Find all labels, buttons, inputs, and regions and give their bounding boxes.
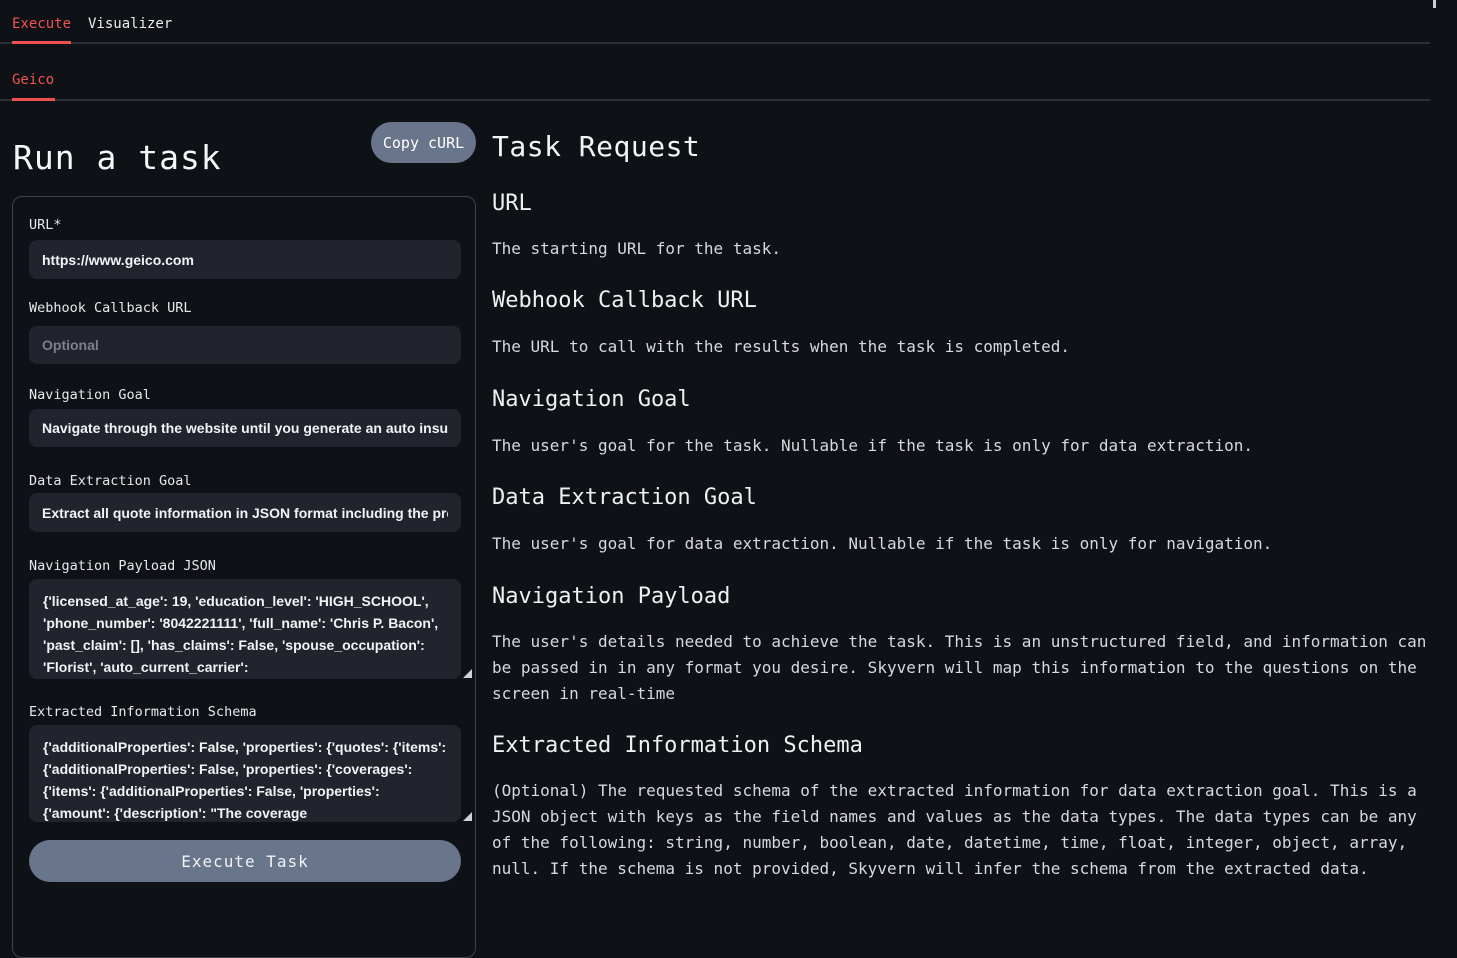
copy-curl-button[interactable]: Copy cURL bbox=[371, 122, 476, 163]
section-body-navigation-payload: The user's details needed to achieve the… bbox=[492, 629, 1432, 707]
section-heading-extracted-schema: Extracted Information Schema bbox=[492, 733, 863, 758]
section-heading-navigation-payload: Navigation Payload bbox=[492, 584, 730, 609]
data-extraction-goal-label: Data Extraction Goal bbox=[29, 473, 192, 489]
resize-handle-icon[interactable] bbox=[463, 669, 472, 678]
url-label: URL* bbox=[29, 217, 62, 233]
section-body-url: The starting URL for the task. bbox=[492, 236, 1432, 262]
execute-task-button[interactable]: Execute Task bbox=[29, 840, 461, 882]
data-extraction-goal-input[interactable] bbox=[29, 493, 461, 532]
section-heading-url: URL bbox=[492, 191, 532, 216]
navigation-payload-label: Navigation Payload JSON bbox=[29, 558, 216, 574]
section-body-webhook: The URL to call with the results when th… bbox=[492, 334, 1432, 360]
scrollbar-thumb[interactable] bbox=[1433, 0, 1436, 8]
task-form-card: URL* Webhook Callback URL Navigation Goa… bbox=[12, 196, 476, 958]
url-input[interactable] bbox=[29, 240, 461, 279]
tab-visualizer[interactable]: Visualizer bbox=[88, 16, 172, 32]
webhook-input[interactable] bbox=[29, 326, 461, 364]
section-body-extracted-schema: (Optional) The requested schema of the e… bbox=[492, 778, 1432, 882]
section-heading-webhook: Webhook Callback URL bbox=[492, 288, 757, 313]
section-body-navigation-goal: The user's goal for the task. Nullable i… bbox=[492, 433, 1432, 459]
subtab-divider bbox=[0, 99, 1430, 101]
section-heading-data-extraction-goal: Data Extraction Goal bbox=[492, 485, 757, 510]
page-title: Run a task bbox=[13, 138, 222, 177]
tab-execute[interactable]: Execute bbox=[12, 16, 71, 32]
extracted-schema-textarea[interactable]: {'additionalProperties': False, 'propert… bbox=[29, 725, 461, 822]
active-subtab-underline bbox=[12, 98, 55, 101]
navigation-payload-textarea[interactable]: {'licensed_at_age': 19, 'education_level… bbox=[29, 579, 461, 679]
active-tab-underline bbox=[12, 41, 71, 44]
section-body-data-extraction-goal: The user's goal for data extraction. Nul… bbox=[492, 531, 1432, 557]
webhook-label: Webhook Callback URL bbox=[29, 300, 192, 316]
task-request-title: Task Request bbox=[492, 130, 700, 163]
tab-geico[interactable]: Geico bbox=[12, 72, 54, 88]
extracted-schema-label: Extracted Information Schema bbox=[29, 704, 257, 720]
resize-handle-icon[interactable] bbox=[463, 812, 472, 821]
top-divider bbox=[0, 42, 1430, 44]
navigation-goal-input[interactable] bbox=[29, 409, 461, 447]
section-heading-navigation-goal: Navigation Goal bbox=[492, 387, 691, 412]
navigation-goal-label: Navigation Goal bbox=[29, 387, 151, 403]
